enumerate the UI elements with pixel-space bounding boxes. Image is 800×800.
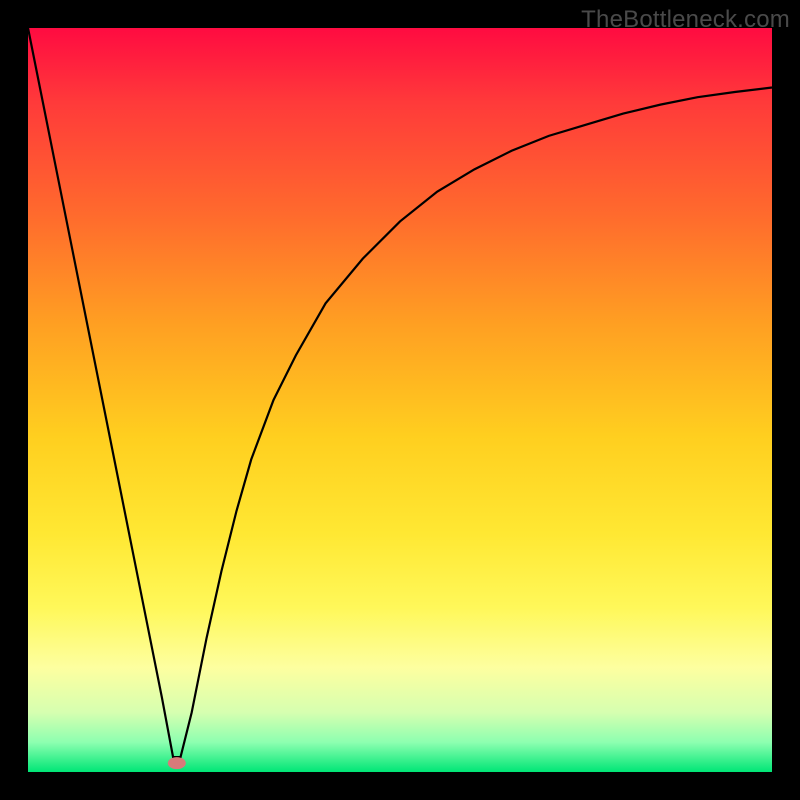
optimal-point-marker [168, 757, 186, 769]
curve-path [28, 28, 772, 757]
chart-frame: TheBottleneck.com [0, 0, 800, 800]
bottleneck-curve [28, 28, 772, 772]
plot-area [28, 28, 772, 772]
